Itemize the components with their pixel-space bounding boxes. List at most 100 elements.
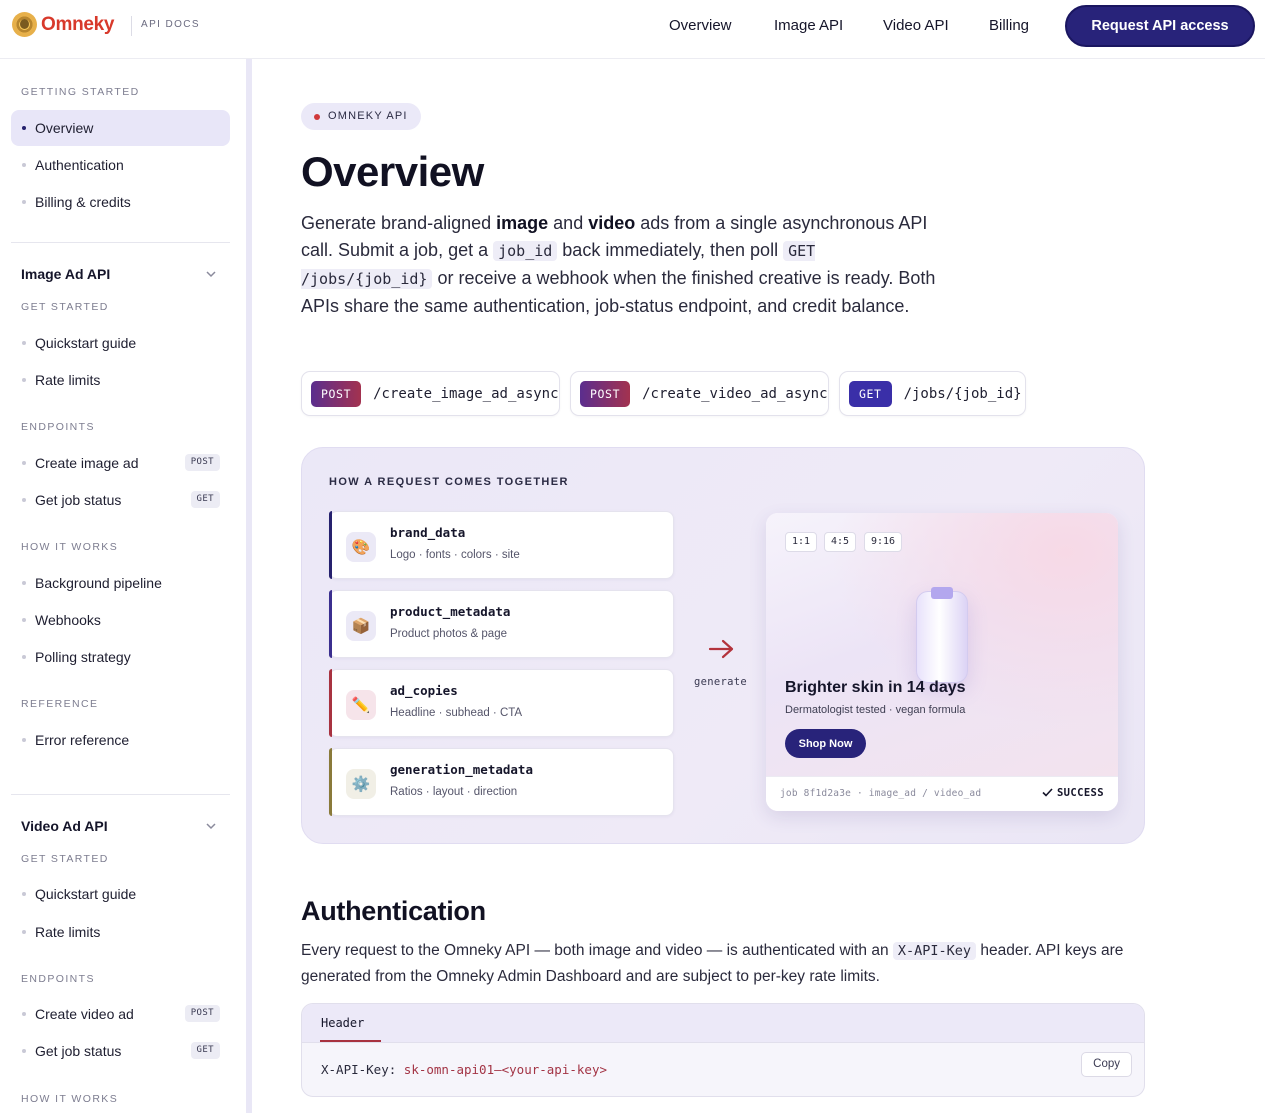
- nav-image-api[interactable]: Image API: [774, 17, 843, 34]
- request-api-access-button[interactable]: Request API access: [1065, 5, 1255, 47]
- generate-label: generate: [694, 676, 747, 688]
- bullet-icon: [22, 930, 26, 934]
- sidebar-item-authentication[interactable]: Authentication: [11, 147, 230, 183]
- sidebar-item-webhooks[interactable]: Webhooks: [11, 602, 230, 638]
- sidebar-scrollbar[interactable]: [246, 59, 252, 1113]
- sidebar-item-label: Overview: [35, 120, 94, 136]
- sidebar-item-rate-limits[interactable]: Rate limits: [11, 914, 230, 950]
- bullet-icon: [22, 581, 26, 585]
- sidebar-section-endpoints: ENDPOINTS: [21, 421, 95, 433]
- brand-name: Omneky: [41, 13, 115, 35]
- endpoint-chip-get-job[interactable]: GET /jobs/{job_id}: [839, 371, 1026, 416]
- bullet-icon: [22, 378, 26, 382]
- inline-code: X-API-Key: [892, 942, 977, 960]
- method-badge: POST: [184, 1005, 220, 1022]
- docs-subtitle: API DOCS: [141, 19, 200, 30]
- method-badge: POST: [580, 380, 631, 407]
- input-name: product_metadata: [390, 604, 511, 619]
- bullet-icon: [22, 618, 26, 622]
- sidebar-item-background-pipeline[interactable]: Background pipeline: [11, 565, 230, 601]
- input-desc: Product photos & page: [390, 628, 507, 640]
- endpoint-path: /create_video_ad_async: [642, 385, 828, 402]
- nav-video-api[interactable]: Video API: [883, 17, 949, 34]
- job-footer: job 8f1d2a3e · image_ad / video_ad SUCCE…: [766, 776, 1118, 811]
- brand-logo[interactable]: Omneky: [12, 12, 114, 37]
- ad-subline: Dermatologist tested · vegan formula: [785, 704, 966, 716]
- product-bottle-image: [916, 591, 968, 683]
- sidebar-section-get-started: GET STARTED: [21, 301, 109, 313]
- tab-header[interactable]: Header: [321, 1016, 364, 1030]
- input-desc: Logo · fonts · colors · site: [390, 549, 520, 561]
- package-icon: 📦: [346, 611, 376, 641]
- sidebar-group-image-api[interactable]: Image Ad API: [21, 266, 110, 282]
- ad-headline: Brighter skin in 14 days: [785, 679, 966, 696]
- sidebar-item-get-job-status[interactable]: Get job status GET: [11, 482, 230, 518]
- chevron-down-icon[interactable]: [205, 820, 217, 832]
- omneky-logo-icon: [12, 12, 37, 37]
- code-block: Header X-API-Key: sk-omn-api01—<your-api…: [301, 1003, 1145, 1097]
- copy-button[interactable]: Copy: [1081, 1052, 1132, 1077]
- pencil-icon: ✏️: [346, 690, 376, 720]
- status-badge: SUCCESS: [1042, 787, 1104, 799]
- sidebar-item-rate-limits[interactable]: Rate limits: [11, 362, 230, 398]
- request-flow-diagram: HOW A REQUEST COMES TOGETHER 🎨 brand_dat…: [301, 447, 1145, 844]
- sidebar-item-label: Quickstart guide: [35, 335, 137, 351]
- sidebar-item-create-video-ad[interactable]: Create video ad POST: [11, 996, 230, 1032]
- ratio-chip[interactable]: 4:5: [824, 532, 857, 552]
- method-badge: GET: [190, 491, 220, 508]
- sidebar: GETTING STARTED Overview Authentication …: [0, 59, 245, 1113]
- page-title: Overview: [301, 148, 484, 195]
- sidebar-section-how-it-works: HOW IT WORKS: [21, 541, 119, 553]
- sidebar-item-billing-credits[interactable]: Billing & credits: [11, 184, 230, 220]
- sidebar-item-label: Webhooks: [35, 612, 101, 628]
- endpoint-path: /jobs/{job_id}: [903, 385, 1022, 402]
- sidebar-item-quickstart[interactable]: Quickstart guide: [11, 325, 230, 361]
- ratio-chip[interactable]: 1:1: [785, 532, 818, 552]
- bullet-icon: [22, 163, 26, 167]
- input-desc: Ratios · layout · direction: [390, 786, 518, 798]
- bullet-icon: [22, 200, 26, 204]
- sidebar-item-polling-strategy[interactable]: Polling strategy: [11, 639, 230, 675]
- accent-bar: [329, 511, 332, 579]
- accent-bar: [329, 590, 332, 658]
- endpoint-chip-create-video-ad[interactable]: POST /create_video_ad_async: [570, 371, 829, 416]
- accent-bar: [329, 748, 332, 816]
- endpoint-chip-create-image-ad[interactable]: POST /create_image_ad_async: [301, 371, 560, 416]
- palette-icon: 🎨: [346, 532, 376, 562]
- method-badge: GET: [849, 380, 892, 407]
- sidebar-item-quickstart[interactable]: Quickstart guide: [11, 876, 230, 912]
- bullet-icon: [22, 1012, 26, 1016]
- top-header: Omneky API DOCS Overview Image API Video…: [0, 0, 1265, 59]
- sidebar-divider: [11, 794, 230, 795]
- input-desc: Headline · subhead · CTA: [390, 707, 523, 719]
- input-card-brand-data: 🎨 brand_data Logo · fonts · colors · sit…: [329, 511, 674, 579]
- input-name: brand_data: [390, 525, 466, 540]
- sidebar-item-overview[interactable]: Overview: [11, 110, 230, 146]
- sidebar-section-endpoints: ENDPOINTS: [21, 973, 95, 985]
- sidebar-item-label: Create image ad: [35, 455, 139, 471]
- header-divider: [131, 16, 132, 36]
- arrow-right-icon: [708, 639, 734, 659]
- ratio-chip[interactable]: 9:16: [864, 532, 903, 552]
- sidebar-item-label: Rate limits: [35, 924, 101, 940]
- nav-overview[interactable]: Overview: [669, 17, 732, 34]
- bullet-icon: [22, 892, 26, 896]
- sidebar-item-label: Billing & credits: [35, 194, 131, 210]
- sidebar-item-create-image-ad[interactable]: Create image ad POST: [11, 445, 230, 481]
- sidebar-item-label: Rate limits: [35, 372, 101, 388]
- method-badge: POST: [311, 380, 362, 407]
- sidebar-item-error-reference[interactable]: Error reference: [11, 722, 230, 758]
- sidebar-item-label: Get job status: [35, 1043, 122, 1059]
- sidebar-divider: [11, 242, 230, 243]
- authentication-heading: Authentication: [301, 896, 486, 926]
- nav-billing[interactable]: Billing: [989, 17, 1029, 34]
- sidebar-group-video-api[interactable]: Video Ad API: [21, 818, 108, 834]
- chevron-down-icon[interactable]: [205, 268, 217, 280]
- sidebar-item-label: Error reference: [35, 732, 130, 748]
- shop-now-button[interactable]: Shop Now: [785, 729, 866, 758]
- sidebar-item-get-job-status[interactable]: Get job status GET: [11, 1033, 230, 1069]
- sidebar-section-how-it-works: HOW IT WORKS: [21, 1093, 119, 1105]
- bullet-icon: [22, 126, 26, 130]
- sidebar-item-label: Background pipeline: [35, 575, 162, 591]
- bottle-cap: [931, 587, 953, 599]
